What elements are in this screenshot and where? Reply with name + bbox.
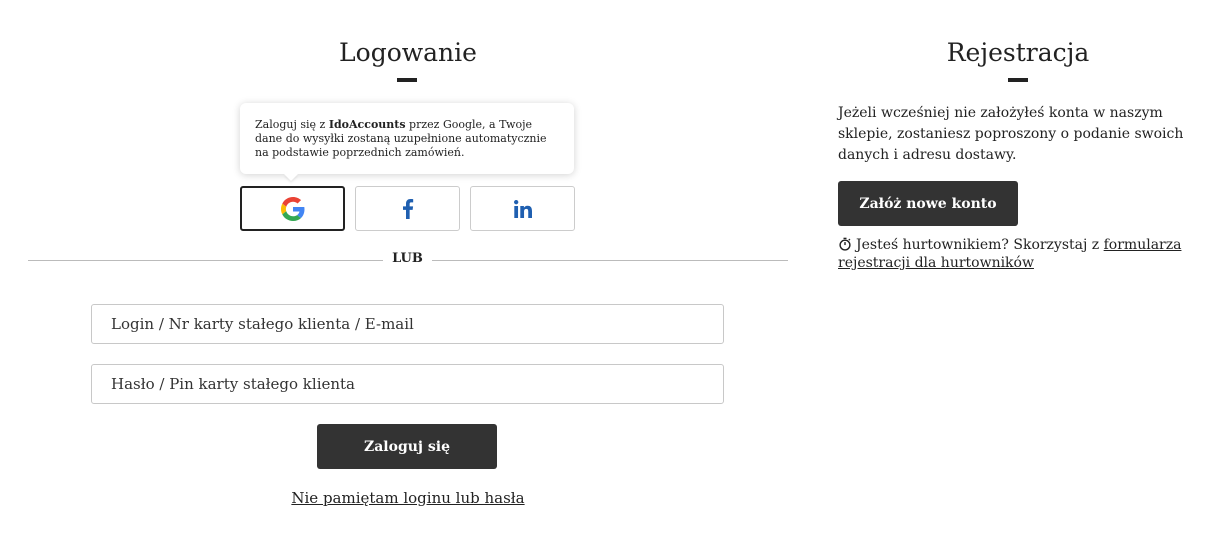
register-description: Jeżeli wcześniej nie założyłeś konta w n… (838, 105, 1184, 163)
register-title-underline (1008, 78, 1028, 82)
social-login-buttons (240, 186, 576, 231)
facebook-login-button[interactable] (355, 186, 460, 231)
register-section: Rejestracja Jeżeli wcześniej nie założył… (838, 0, 1198, 535)
login-title: Logowanie (339, 38, 477, 67)
or-line-right (432, 260, 788, 261)
google-icon (280, 196, 304, 221)
or-line-left (28, 260, 383, 261)
register-title: Rejestracja (946, 38, 1090, 67)
linkedin-icon (513, 199, 532, 218)
wholesale-note: Jesteś hurtownikiem? Skorzystaj z formul… (838, 236, 1198, 272)
forgot-password-link[interactable]: Nie pamiętam loginu lub hasła (28, 489, 788, 507)
password-field-wrapper (91, 364, 724, 404)
or-label: LUB (392, 251, 423, 266)
tooltip-text-prefix: Zaloguj się z (255, 118, 329, 131)
login-section: Logowanie Zaloguj się z IdoAccounts prze… (28, 0, 788, 535)
login-button[interactable]: Zaloguj się (317, 424, 497, 469)
register-button[interactable]: Załóż nowe konto (838, 181, 1018, 226)
wholesale-text: Jesteś hurtownikiem? Skorzystaj z (856, 237, 1104, 253)
login-field-wrapper (91, 304, 724, 344)
facebook-icon (402, 198, 413, 219)
login-input[interactable] (92, 305, 723, 343)
or-divider: LUB (28, 250, 788, 270)
linkedin-login-button[interactable] (470, 186, 575, 231)
tooltip-arrow (284, 174, 298, 181)
google-login-button[interactable] (240, 186, 345, 231)
google-login-tooltip: Zaloguj się z IdoAccounts przez Google, … (240, 103, 574, 181)
password-input[interactable] (92, 365, 723, 403)
tooltip-brand: IdoAccounts (328, 118, 406, 131)
stopwatch-icon (839, 237, 851, 251)
login-title-underline (397, 78, 417, 82)
